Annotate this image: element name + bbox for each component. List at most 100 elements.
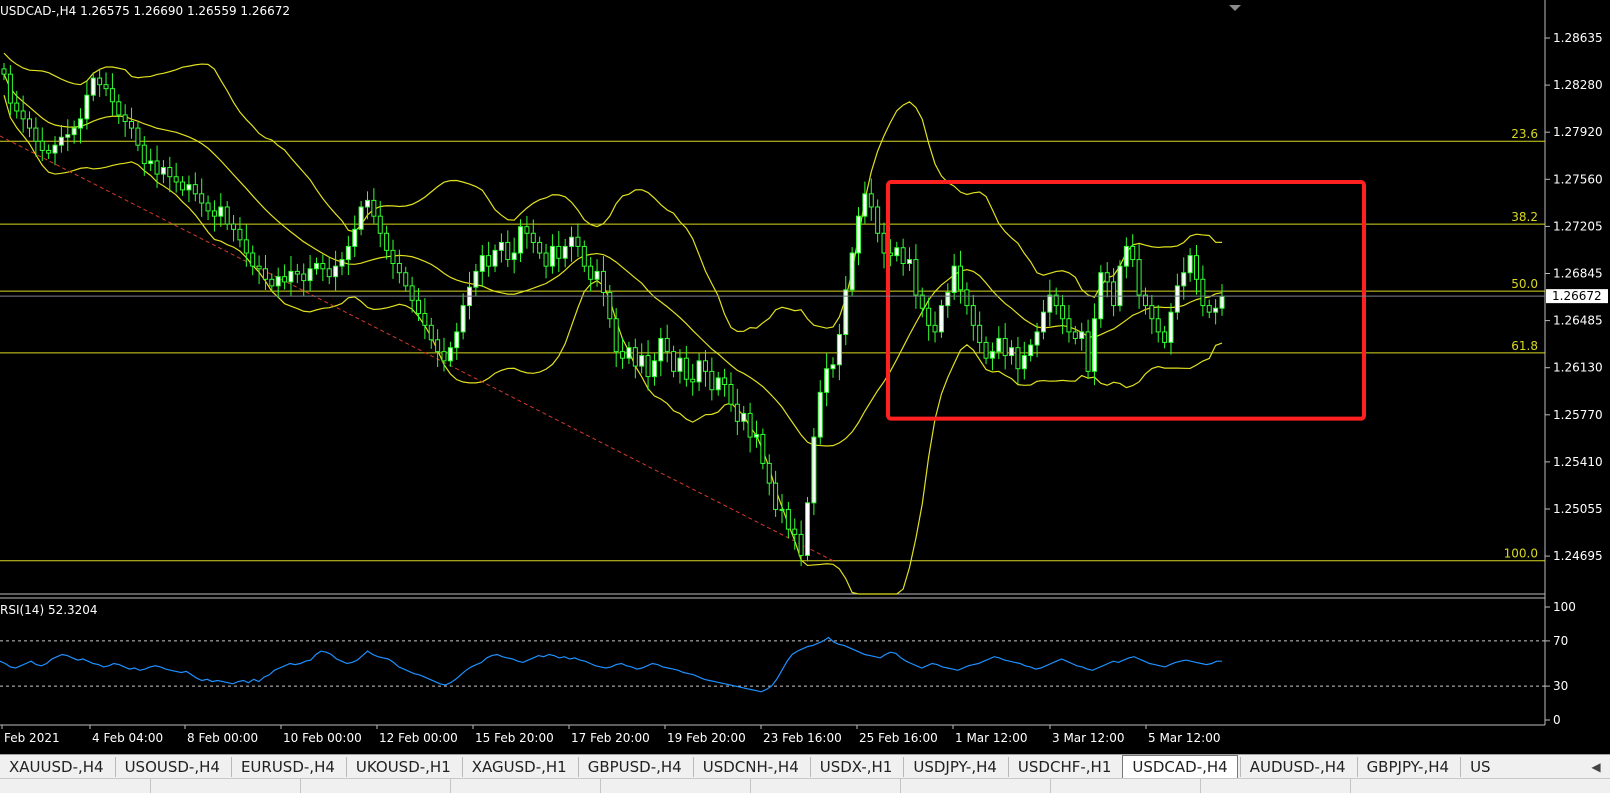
candle-body — [734, 403, 740, 422]
candle-body — [173, 176, 179, 183]
candle-body — [779, 508, 785, 511]
rsi-title: RSI(14) 52.3204 — [0, 603, 98, 617]
candle-body — [792, 528, 798, 535]
candle-body — [626, 347, 632, 359]
tab-usdchf-h1[interactable]: USDCHF-,H1 — [1007, 757, 1120, 777]
symbol-tab-bar: XAUUSD-,H4 USOUSD-,H4 EURUSD-,H4 UKOUSD-,H1… — [0, 754, 1610, 779]
candle-body — [575, 236, 581, 247]
status-segment — [1350, 779, 1351, 793]
candle-body — [1187, 255, 1193, 274]
candle-body — [454, 331, 460, 349]
candle-body — [1053, 294, 1059, 307]
tab-eurusd-h4[interactable]: EURUSD-,H4 — [230, 757, 344, 777]
candle-body — [830, 364, 836, 370]
tab-xauusd-h4[interactable]: XAUUSD-,H4 — [0, 757, 113, 777]
candle-body — [722, 377, 728, 385]
candle-body — [148, 160, 154, 165]
candle-body — [741, 412, 747, 422]
tab-usdcad-h4[interactable]: USDCAD-,H4 — [1122, 755, 1238, 779]
candle-body — [160, 167, 166, 175]
candle-body — [773, 482, 779, 510]
candle-body — [977, 324, 983, 343]
candle-body — [856, 215, 862, 254]
status-segment — [600, 779, 601, 793]
candle-body — [958, 265, 964, 291]
candle-body — [84, 94, 90, 120]
candle-body — [1, 68, 7, 75]
time-tick-label: 5 Mar 12:00 — [1148, 731, 1221, 745]
candle-body — [486, 255, 492, 267]
time-tick-label: 25 Feb 16:00 — [859, 731, 938, 745]
candle-body — [569, 236, 575, 247]
chart-canvas[interactable]: 0.023.638.250.061.8100.0 1.286351.282801… — [0, 0, 1610, 754]
tab-us[interactable]: US — [1460, 757, 1500, 777]
time-tick-label: 8 Feb 00:00 — [187, 731, 258, 745]
candle-body — [728, 383, 734, 405]
candle-body — [256, 265, 262, 270]
candle-body — [907, 259, 913, 265]
tab-audusd-h4[interactable]: AUDUSD-,H4 — [1239, 757, 1355, 777]
candle-body — [27, 118, 33, 129]
candle-body — [352, 228, 358, 247]
fibo-level-label: 100.0 — [1504, 547, 1538, 561]
candle-body — [543, 252, 549, 267]
candle-body — [192, 184, 198, 195]
candle-body — [358, 206, 364, 230]
chart-title: USDCAD-,H4 1.26575 1.26690 1.26559 1.266… — [0, 4, 290, 18]
candle-body — [505, 241, 511, 261]
price-tick-label: 1.27560 — [1553, 172, 1603, 186]
tab-gbpusd-h4[interactable]: GBPUSD-,H4 — [577, 757, 691, 777]
chevron-left-icon[interactable]: ◀ — [1588, 757, 1604, 777]
candle-body — [913, 259, 919, 296]
candle-body — [403, 272, 409, 287]
candle-body — [817, 391, 823, 438]
candle-body — [1142, 294, 1148, 307]
candle-body — [588, 265, 594, 280]
candle-body — [416, 299, 422, 314]
rsi-tick-label: 100 — [1553, 600, 1576, 614]
price-tick-label: 1.25770 — [1553, 408, 1603, 422]
candle-body — [1130, 245, 1136, 261]
candle-body — [658, 337, 664, 362]
candle-body — [1123, 245, 1129, 267]
candle-body — [364, 199, 370, 208]
candle-body — [702, 360, 708, 372]
candle-body — [613, 318, 619, 353]
candle-body — [90, 77, 96, 96]
rsi-tick-label: 70 — [1553, 634, 1568, 648]
candle-body — [109, 88, 115, 103]
candle-body — [409, 285, 415, 301]
price-tick-label: 1.28280 — [1553, 78, 1603, 92]
candle-body — [218, 206, 224, 217]
candle-body — [683, 357, 689, 380]
candle-body — [518, 226, 524, 254]
status-segment — [1200, 779, 1201, 793]
candle-body — [1213, 307, 1219, 313]
candle-body — [396, 263, 402, 274]
candle-body — [1034, 331, 1040, 346]
candle-body — [1028, 344, 1034, 357]
candle-body — [313, 263, 319, 270]
tab-gbpjpy-h4[interactable]: GBPJPY-,H4 — [1356, 757, 1459, 777]
candle-body — [868, 193, 874, 208]
candle-body — [1149, 305, 1155, 320]
tab-usdjpy-h4[interactable]: USDJPY-,H4 — [903, 757, 1006, 777]
candle-body — [1091, 318, 1097, 372]
price-tick-label: 1.27920 — [1553, 125, 1603, 139]
price-tick-label: 1.27205 — [1553, 219, 1603, 233]
candle-body — [186, 184, 192, 191]
candle-body — [511, 252, 517, 261]
candle-body — [549, 245, 555, 267]
candle-body — [1206, 305, 1212, 313]
tab-usdx-h1[interactable]: USDX-,H1 — [809, 757, 902, 777]
candle-body — [562, 245, 568, 259]
tab-xagusd-h1[interactable]: XAGUSD-,H1 — [461, 757, 576, 777]
candle-body — [677, 357, 683, 372]
candle-body — [65, 134, 71, 138]
candle-body — [696, 360, 702, 383]
tab-usdcnh-h4[interactable]: USDCNH-,H4 — [692, 757, 808, 777]
tab-ukousd-h1[interactable]: UKOUSD-,H1 — [345, 757, 460, 777]
candle-body — [97, 77, 103, 86]
tab-usousd-h4[interactable]: USOUSD-,H4 — [114, 757, 229, 777]
time-tick-label: 17 Feb 20:00 — [571, 731, 650, 745]
